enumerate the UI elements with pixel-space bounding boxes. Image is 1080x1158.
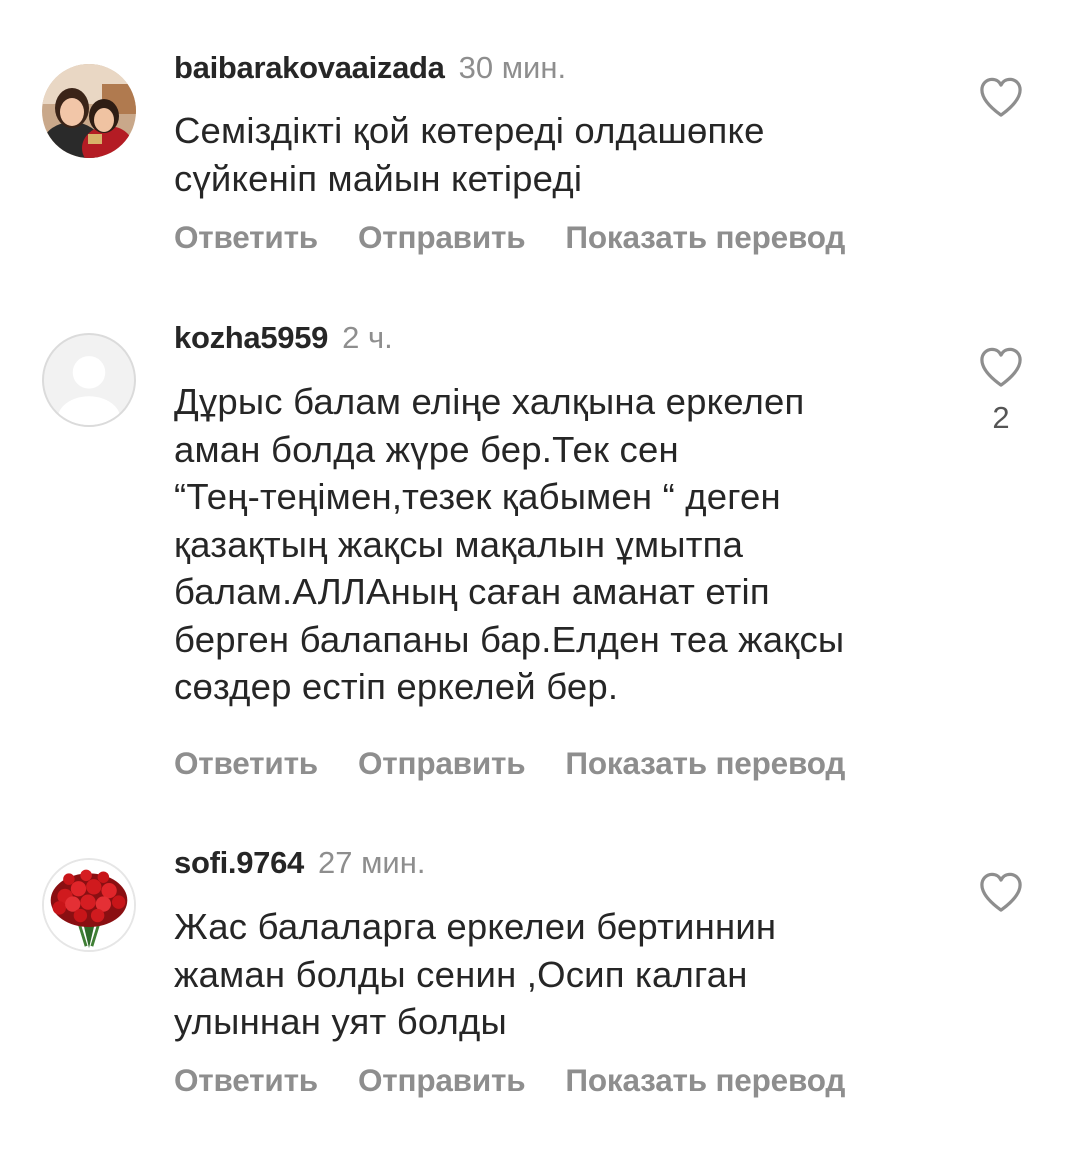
show-translation-button[interactable]: Показать перевод	[565, 745, 845, 781]
comment-header: sofi.9764 27 мин.	[174, 847, 425, 878]
comment-actions: Ответить Отправить Показать перевод	[174, 219, 885, 255]
reply-button[interactable]: Ответить	[174, 745, 318, 781]
comment-actions: Ответить Отправить Показать перевод	[174, 1062, 885, 1098]
rose-bouquet-avatar	[44, 860, 134, 950]
reply-button[interactable]: Ответить	[174, 1062, 318, 1098]
avatar[interactable]	[42, 858, 136, 952]
like-count: 2	[992, 400, 1010, 435]
comment-time: 2 ч.	[342, 320, 393, 355]
like-button[interactable]	[978, 871, 1024, 913]
avatar[interactable]	[42, 64, 136, 158]
comment-header: kozha5959 2 ч.	[174, 322, 393, 353]
comment-text: Дұрыс балам еліңе халқына еркелеп аман б…	[174, 381, 845, 707]
like-button[interactable]	[978, 76, 1024, 118]
show-translation-button[interactable]: Показать перевод	[565, 1062, 845, 1098]
comment-text: Жас балаларга еркелеи бертиннин жаман бо…	[174, 906, 777, 1042]
username[interactable]: kozha5959	[174, 320, 328, 355]
comment-actions: Ответить Отправить Показать перевод	[174, 745, 885, 781]
comment-time: 27 мин.	[318, 845, 426, 880]
avatar[interactable]	[42, 333, 136, 427]
user-photo-avatar	[42, 64, 136, 158]
send-button[interactable]: Отправить	[358, 1062, 526, 1098]
send-button[interactable]: Отправить	[358, 745, 526, 781]
comment-text: Семіздікті қой көтереді олдашөпке сүйкен…	[174, 110, 765, 199]
heart-outline-icon	[980, 347, 1022, 387]
username[interactable]: sofi.9764	[174, 845, 304, 880]
comment-time: 30 мин.	[458, 50, 567, 85]
username[interactable]: baibarakovaaizada	[174, 50, 445, 85]
send-button[interactable]: Отправить	[358, 219, 526, 255]
default-user-avatar-icon	[57, 356, 121, 425]
show-translation-button[interactable]: Показать перевод	[565, 219, 845, 255]
comment-header: baibarakovaaizada 30 мин.	[174, 52, 566, 83]
like-button[interactable]	[978, 346, 1024, 388]
reply-button[interactable]: Ответить	[174, 219, 318, 255]
heart-outline-icon	[980, 77, 1022, 117]
heart-outline-icon	[980, 872, 1022, 912]
